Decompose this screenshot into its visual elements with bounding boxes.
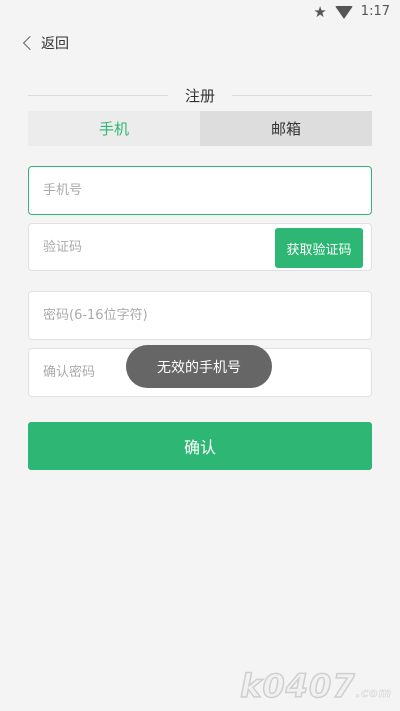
chevron-left-icon xyxy=(22,35,38,51)
watermark-logo: k0407.com xyxy=(239,666,392,706)
verification-code-input[interactable] xyxy=(43,224,263,270)
phone-field xyxy=(28,166,372,215)
register-tabs: 手机 邮箱 xyxy=(28,111,372,146)
star-icon: ★ xyxy=(313,3,327,21)
tab-phone[interactable]: 手机 xyxy=(28,111,200,146)
watermark-suffix: .com xyxy=(355,686,392,701)
toast-message: 无效的手机号 xyxy=(126,345,272,388)
password-input[interactable] xyxy=(43,292,263,339)
confirm-button[interactable]: 确认 xyxy=(28,422,372,470)
back-label: 返回 xyxy=(41,36,69,52)
status-icons: ★ 1:17 xyxy=(313,3,390,21)
password-field xyxy=(28,291,372,340)
page-title: 注册 xyxy=(184,87,215,105)
tab-email[interactable]: 邮箱 xyxy=(200,111,372,146)
divider xyxy=(232,95,372,96)
get-code-button[interactable]: 获取验证码 xyxy=(275,228,363,268)
wifi-icon xyxy=(334,6,353,19)
status-time: 1:17 xyxy=(360,4,390,19)
status-bar: ★ 1:17 xyxy=(0,0,400,24)
phone-input[interactable] xyxy=(43,167,263,214)
page-title-row: 注册 xyxy=(28,86,372,106)
verification-code-field: 获取验证码 xyxy=(28,223,372,271)
watermark-text: k0407 xyxy=(239,666,356,706)
back-button[interactable]: 返回 xyxy=(22,33,69,53)
